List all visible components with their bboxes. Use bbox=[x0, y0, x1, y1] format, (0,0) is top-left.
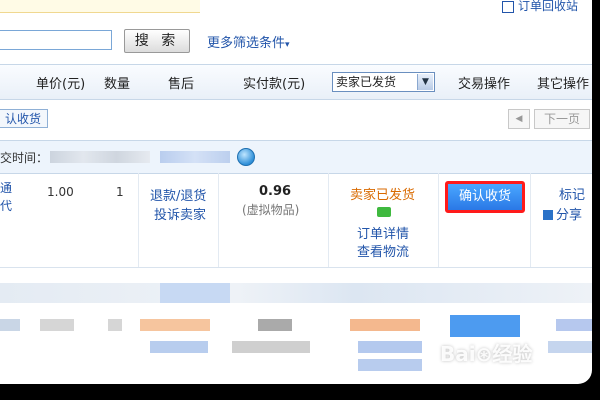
select-arrow-icon: ▼ bbox=[417, 74, 433, 90]
prev-arrow-icon: ◀ bbox=[515, 114, 523, 124]
order-detail-link[interactable]: 订单详情 bbox=[357, 223, 409, 242]
col-actual-paid: 实付款(元) bbox=[243, 77, 306, 92]
item-title-line2[interactable]: 代 bbox=[0, 197, 12, 214]
col-unit-price: 单价(元) bbox=[36, 77, 86, 92]
dropdown-arrow-icon: ▾ bbox=[285, 40, 290, 50]
item-quantity: 1 bbox=[116, 185, 124, 199]
col-trade-ops: 交易操作 bbox=[458, 77, 511, 92]
screenshot-frame: 订单回收站 搜 索 更多筛选条件▾ 单价(元) 数量 售后 实付款(元) 卖家已… bbox=[0, 0, 600, 400]
status-filter-select[interactable]: 卖家已发货 ▼ bbox=[332, 72, 435, 92]
blurred-seller-name[interactable] bbox=[160, 151, 230, 163]
paid-amount: 0.96 bbox=[259, 184, 292, 199]
chat-bubble-icon[interactable] bbox=[377, 207, 391, 217]
mark-link[interactable]: 标记 bbox=[559, 184, 585, 203]
item-title-line1[interactable]: 通 bbox=[0, 179, 12, 196]
order-time-label: 交时间： bbox=[0, 151, 49, 165]
share-arrow-icon bbox=[543, 210, 553, 220]
paid-note: (虚拟物品) bbox=[242, 203, 300, 217]
search-button[interactable]: 搜 索 bbox=[124, 29, 190, 53]
col-after-sales: 售后 bbox=[168, 77, 195, 92]
blurred-next-order bbox=[0, 279, 592, 384]
more-filters-link[interactable]: 更多筛选条件▾ bbox=[207, 32, 290, 51]
batch-toolbar: 认收货 ◀ 下一页 bbox=[0, 104, 592, 132]
wangwang-icon[interactable] bbox=[237, 148, 255, 166]
order-status: 卖家已发货 bbox=[350, 188, 416, 203]
order-recycle-link[interactable]: 订单回收站 bbox=[502, 0, 578, 14]
orders-page: 订单回收站 搜 索 更多筛选条件▾ 单价(元) 数量 售后 实付款(元) 卖家已… bbox=[0, 0, 592, 384]
blurred-order-time bbox=[50, 151, 150, 163]
table-header: 单价(元) 数量 售后 实付款(元) 卖家已发货 ▼ 交易操作 其它操作 bbox=[0, 64, 592, 100]
notice-strip bbox=[0, 0, 200, 13]
order-header: 交时间： bbox=[0, 140, 592, 174]
complain-seller-link[interactable]: 投诉卖家 bbox=[154, 204, 206, 223]
search-input[interactable] bbox=[0, 30, 112, 50]
batch-confirm-receipt-button[interactable]: 认收货 bbox=[0, 109, 48, 128]
watermark-url: jingyan.baidu.com bbox=[470, 374, 563, 384]
view-logistics-link[interactable]: 查看物流 bbox=[357, 241, 409, 260]
confirm-receipt-button[interactable]: 确认收货 bbox=[445, 181, 525, 213]
recycle-bin-icon bbox=[502, 0, 514, 13]
search-bar: 搜 索 更多筛选条件▾ bbox=[0, 28, 592, 54]
col-other-ops: 其它操作 bbox=[537, 77, 590, 92]
next-page-button[interactable]: 下一页 bbox=[534, 109, 590, 129]
col-quantity: 数量 bbox=[104, 77, 131, 92]
refund-return-link[interactable]: 退款/退货 bbox=[150, 185, 206, 204]
share-link[interactable]: 分享 bbox=[543, 204, 582, 223]
item-unit-price: 1.00 bbox=[47, 185, 74, 199]
watermark-logo: Bai⊛经验 bbox=[440, 342, 533, 366]
order-row: 通 代 1.00 1 退款/退货 投诉卖家 0.96 (虚拟物品) 卖家已发货 … bbox=[0, 173, 592, 268]
prev-page-button[interactable]: ◀ bbox=[508, 109, 530, 129]
